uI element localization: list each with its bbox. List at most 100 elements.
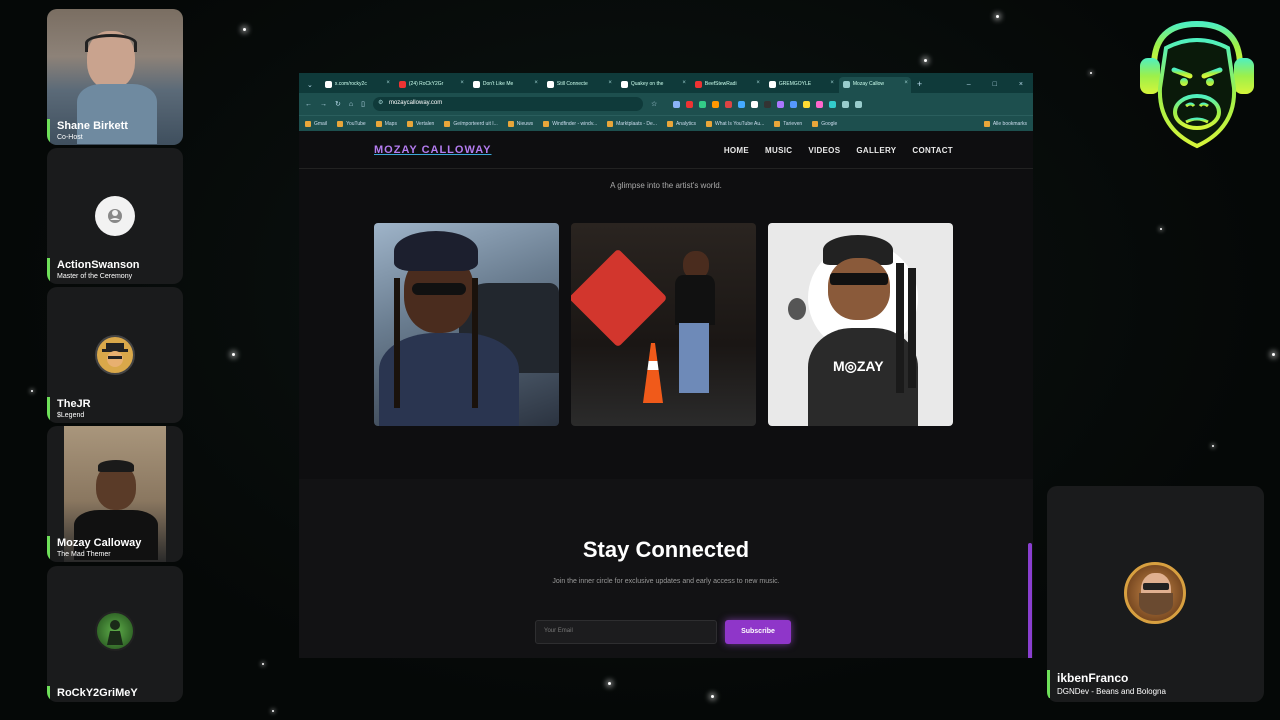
close-icon[interactable]: × <box>386 80 390 86</box>
bookmark-item[interactable]: Gmail <box>305 120 327 127</box>
extension-icon[interactable] <box>803 100 811 108</box>
bookmark-item[interactable]: What Is YouTube Au... <box>705 120 764 127</box>
browser-tab[interactable]: Still Connecte × <box>543 77 615 93</box>
scrollbar-thumb[interactable] <box>1028 543 1032 658</box>
extension-icon[interactable] <box>673 100 681 108</box>
browser-tab-bar: ⌄ x.com/rocky2c × (24) RoCkY2Gr × Don't Li… <box>299 73 1033 93</box>
tab-label: Don't Like Me <box>482 81 514 87</box>
extension-icon[interactable] <box>777 100 785 108</box>
participant-tile-thejr[interactable]: TheJR $Legend <box>47 287 183 423</box>
browser-tab[interactable]: BeefStewRadi × <box>691 77 763 93</box>
star <box>1272 353 1275 356</box>
gallery-photo-road-sign[interactable] <box>571 223 756 426</box>
participant-tile-ikbenfranco[interactable]: ikbenFranco DGNDev - Beans and Bologna <box>1047 486 1264 702</box>
bookmark-item[interactable]: Marktplaats - De... <box>607 120 657 127</box>
avatar <box>1124 562 1186 624</box>
close-icon[interactable]: × <box>756 80 760 86</box>
gallery-photo-cartoon[interactable]: M◎ZAY <box>768 223 953 426</box>
browser-tab-active[interactable]: Mozay Callow × <box>838 77 911 93</box>
hoodie-logo: M◎ZAY <box>833 358 884 374</box>
close-icon[interactable]: × <box>460 80 464 86</box>
split-view-icon[interactable]: ▯ <box>361 100 365 108</box>
gallery-subtitle: A glimpse into the artist's world. <box>610 181 722 190</box>
participant-tile-actionswanson[interactable]: ActionSwanson Master of the Ceremony <box>47 148 183 284</box>
extension-icon[interactable] <box>829 100 837 108</box>
bookmark-item[interactable]: Geïmporteerd uit I... <box>444 120 498 127</box>
extension-icon[interactable] <box>725 100 733 108</box>
star <box>262 663 264 665</box>
bookmark-item[interactable]: Analytics <box>666 120 696 127</box>
site-menu: HOME MUSIC VIDEOS GALLERY CONTACT <box>724 146 953 155</box>
browser-tab[interactable]: Don't Like Me × <box>469 77 541 93</box>
menu-item-home[interactable]: HOME <box>724 146 749 155</box>
bookmark-item[interactable]: Nieuws <box>507 120 533 127</box>
subscribe-button[interactable]: Subscribe <box>725 620 791 644</box>
participant-label: ikbenFranco DGNDev - Beans and Bologna <box>1047 670 1166 698</box>
minimize-icon[interactable]: – <box>957 81 981 93</box>
tab-favicon-icon <box>842 81 850 88</box>
extension-icon[interactable] <box>686 100 694 108</box>
tab-label: GREMGOYLE <box>778 81 812 87</box>
extension-icon[interactable] <box>738 100 746 108</box>
bookmark-item[interactable]: Vertalen <box>406 120 434 127</box>
extension-icon[interactable] <box>699 100 707 108</box>
home-icon[interactable]: ⌂ <box>349 101 353 108</box>
participant-tile-mozay[interactable]: Mozay Calloway The Mad Themer <box>47 426 183 562</box>
close-icon[interactable]: × <box>534 80 538 86</box>
close-icon[interactable]: × <box>682 80 686 86</box>
menu-item-contact[interactable]: CONTACT <box>912 146 953 155</box>
site-navbar: MOZAY CALLOWAY HOME MUSIC VIDEOS GALLERY… <box>299 131 1033 169</box>
participant-tile-shane[interactable]: Shane Birkett Co-Host <box>47 9 183 145</box>
star <box>31 390 33 392</box>
star <box>272 710 274 712</box>
participant-name: RoCkY2GriMeY <box>57 687 138 699</box>
star <box>1160 228 1162 230</box>
browser-tab[interactable]: x.com/rocky2c × <box>321 77 393 93</box>
maximize-icon[interactable]: □ <box>983 81 1007 93</box>
browser-tab[interactable]: GREMGOYLE × <box>765 77 837 93</box>
participant-role: The Mad Themer <box>57 551 111 558</box>
close-icon[interactable]: × <box>904 80 908 86</box>
extension-icon[interactable] <box>816 100 824 108</box>
tab-label: BeefStewRadi <box>704 81 737 87</box>
menu-item-gallery[interactable]: GALLERY <box>856 146 896 155</box>
forward-icon[interactable]: → <box>320 101 327 108</box>
browser-tab[interactable]: Quakey on the × <box>617 77 689 93</box>
extension-icon[interactable] <box>842 100 850 108</box>
bookmark-item[interactable]: Maps <box>375 120 397 127</box>
extension-icon[interactable] <box>764 100 772 108</box>
extension-icon[interactable] <box>751 100 759 108</box>
extension-icon[interactable] <box>790 100 798 108</box>
bookmark-item[interactable]: YouTube <box>337 120 366 127</box>
bookmark-item[interactable]: Tarieven <box>774 120 802 127</box>
reload-icon[interactable]: ↻ <box>335 100 341 108</box>
address-bar[interactable]: mozaycalloway.com <box>372 97 643 111</box>
menu-item-music[interactable]: MUSIC <box>765 146 792 155</box>
close-icon[interactable]: × <box>830 80 834 86</box>
all-bookmarks-folder[interactable]: Alle bookmarks <box>983 120 1027 127</box>
menu-item-videos[interactable]: VIDEOS <box>808 146 840 155</box>
bookmark-item[interactable]: Google <box>812 120 837 127</box>
browser-tab[interactable]: (24) RoCkY2Gr × <box>395 77 467 93</box>
close-icon[interactable]: × <box>608 80 612 86</box>
extension-icons <box>673 100 863 108</box>
tab-search-icon[interactable]: ⌄ <box>303 81 319 93</box>
new-tab-icon[interactable]: + <box>913 79 926 93</box>
star <box>232 353 235 356</box>
tab-favicon-icon <box>694 81 702 88</box>
email-input[interactable]: Your Email <box>535 620 717 644</box>
participant-label: Shane Birkett Co-Host <box>47 119 128 143</box>
bookmark-item[interactable]: Windfinder - windv... <box>543 120 597 127</box>
gallery-photo-selfie[interactable] <box>374 223 559 426</box>
participant-tile-rocky[interactable]: RoCkY2GriMeY <box>47 566 183 702</box>
extension-icon[interactable] <box>712 100 720 108</box>
close-window-icon[interactable]: × <box>1009 81 1033 93</box>
extension-icon[interactable] <box>855 100 863 108</box>
back-icon[interactable]: ← <box>305 101 312 108</box>
tab-label: (24) RoCkY2Gr <box>408 81 444 87</box>
participant-label: TheJR $Legend <box>47 397 91 421</box>
tab-favicon-icon <box>398 81 406 88</box>
site-brand-logo[interactable]: MOZAY CALLOWAY <box>374 144 492 156</box>
participant-name: ikbenFranco <box>1057 671 1129 685</box>
bookmark-star-icon[interactable]: ☆ <box>651 100 657 108</box>
